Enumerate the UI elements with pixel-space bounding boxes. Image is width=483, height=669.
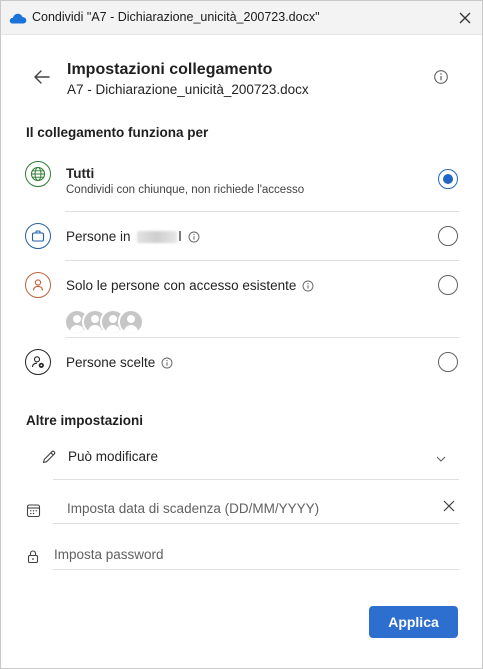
other-settings-heading: Altre impostazioni: [26, 413, 144, 428]
option-label: Tutti: [66, 166, 95, 181]
info-icon[interactable]: [188, 231, 200, 243]
org-name-suffix: l: [178, 229, 182, 244]
info-icon[interactable]: [161, 357, 173, 369]
briefcase-icon: [25, 223, 51, 249]
option-specific-people[interactable]: Persone scelte: [23, 349, 461, 377]
permission-dropdown[interactable]: Può modificare: [39, 441, 459, 481]
share-dialog-window: Condividi "A7 - Dichiarazione_unicità_20…: [0, 0, 483, 669]
permission-value: Può modificare: [68, 449, 159, 464]
window-title: Condividi "A7 - Dichiarazione_unicità_20…: [32, 10, 320, 24]
radio-anyone[interactable]: [438, 169, 458, 189]
option-existing-access[interactable]: Solo le persone con accesso esistente: [23, 272, 461, 335]
divider: [65, 211, 459, 212]
expiry-date-input[interactable]: Imposta data di scadenza (DD/MM/YYYY): [67, 501, 319, 516]
radio-people-in-org[interactable]: [438, 226, 458, 246]
globe-icon: [25, 161, 51, 187]
option-label: Solo le persone con accesso esistente: [66, 278, 297, 293]
option-label-row: Persone in l: [66, 229, 200, 244]
file-name: A7 - Dichiarazione_unicità_200723.docx: [67, 82, 309, 97]
divider: [65, 337, 459, 338]
redacted-org-name: [136, 230, 177, 243]
person-settings-icon: [25, 349, 51, 375]
lock-icon: [27, 550, 39, 564]
link-works-for-heading: Il collegamento funziona per: [26, 125, 209, 140]
apply-button[interactable]: Applica: [369, 606, 458, 638]
onedrive-cloud-icon: [9, 13, 27, 24]
calendar-icon: [26, 504, 41, 518]
radio-existing-access[interactable]: [438, 275, 458, 295]
page-title: Impostazioni collegamento: [67, 61, 273, 78]
avatar: [118, 309, 144, 335]
option-label: Persone scelte: [66, 355, 156, 370]
close-icon[interactable]: [458, 11, 472, 25]
option-label: Persone in: [66, 229, 131, 244]
clear-icon[interactable]: [443, 500, 455, 512]
password-field[interactable]: Imposta password: [25, 541, 459, 573]
back-arrow-icon[interactable]: [33, 69, 51, 85]
option-label-row: Persone scelte: [66, 355, 173, 370]
radio-specific-people[interactable]: [438, 352, 458, 372]
title-bar: Condividi "A7 - Dichiarazione_unicità_20…: [1, 1, 482, 35]
info-icon[interactable]: [302, 280, 314, 292]
divider: [65, 260, 459, 261]
password-input[interactable]: Imposta password: [54, 547, 164, 562]
person-icon: [25, 272, 51, 298]
expiry-date-field[interactable]: Imposta data di scadenza (DD/MM/YYYY): [25, 495, 459, 527]
field-underline: [53, 479, 459, 480]
option-label-row: Solo le persone con accesso esistente: [66, 278, 314, 293]
field-underline: [53, 523, 459, 524]
option-description: Condividi con chiunque, non richiede l'a…: [66, 184, 305, 196]
info-icon[interactable]: [433, 69, 449, 85]
option-anyone[interactable]: Tutti Condividi con chiunque, non richie…: [23, 159, 461, 203]
field-underline: [53, 569, 459, 570]
option-people-in-org[interactable]: Persone in l: [23, 223, 461, 251]
chevron-down-icon[interactable]: [435, 455, 447, 463]
avatar-group: [64, 309, 154, 335]
pencil-icon: [42, 450, 56, 464]
